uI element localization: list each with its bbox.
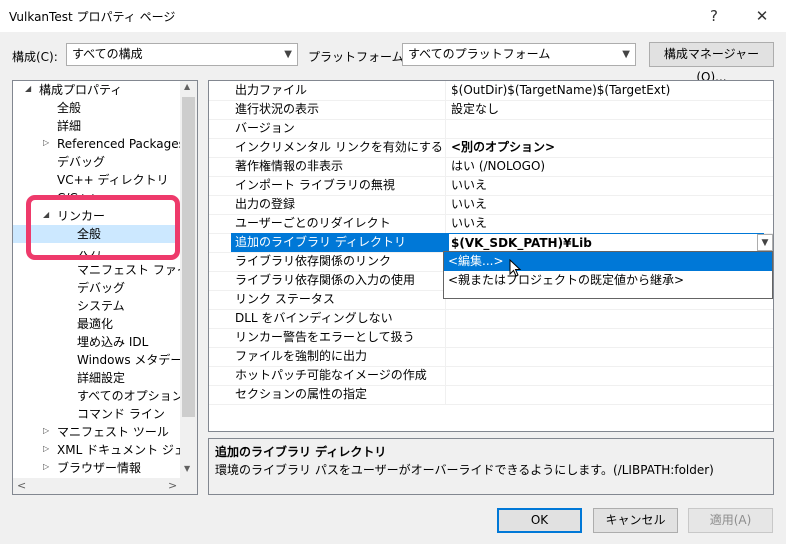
close-button[interactable]: ✕ (748, 4, 776, 28)
scroll-up-icon[interactable]: ▲ (184, 82, 190, 91)
tree-item-all-options[interactable]: すべてのオプション (77, 387, 184, 405)
value-dropdown-list[interactable]: <編集...> <親またはプロジェクトの既定値から継承> (443, 251, 773, 299)
help-button[interactable]: ? (700, 4, 728, 28)
collapse-icon[interactable]: ◢ (25, 84, 31, 93)
property-value[interactable]: $(OutDir)$(TargetName)$(TargetExt) (445, 81, 773, 100)
property-name: セクションの属性の指定 (235, 387, 368, 401)
tree-item-xml-doc-generator[interactable]: XML ドキュメント ジェネレー (57, 441, 180, 459)
tree-item-advanced[interactable]: 詳細 (57, 117, 81, 135)
tree-vertical-scrollbar[interactable]: ▲ ▼ (180, 81, 197, 478)
property-name: バージョン (235, 121, 295, 135)
mouse-cursor-icon (509, 259, 522, 277)
property-tree[interactable]: ◢ 構成プロパティ 全般 詳細 ▷ Referenced Packages デバ… (12, 80, 198, 495)
property-row[interactable]: DLL をバインディングしない (209, 309, 773, 329)
property-row[interactable]: 出力の登録 いいえ (209, 195, 773, 215)
scroll-right-icon[interactable]: > (168, 479, 177, 492)
tree-item-referenced-packages[interactable]: Referenced Packages (57, 135, 185, 153)
property-name: 著作権情報の非表示 (235, 159, 344, 173)
scroll-left-icon[interactable]: < (17, 479, 26, 492)
property-name: リンク ステータス (235, 292, 335, 306)
tree-item-linker-debug[interactable]: デバッグ (77, 279, 125, 297)
property-row[interactable]: 進行状況の表示 設定なし (209, 100, 773, 120)
property-value[interactable] (445, 366, 773, 385)
dropdown-item-inherit[interactable]: <親またはプロジェクトの既定値から継承> (444, 271, 772, 290)
tree-horizontal-scrollbar[interactable]: < > (13, 478, 197, 494)
description-pane: 追加のライブラリ ディレクトリ 環境のライブラリ パスをユーザーがオーバーライド… (208, 438, 774, 495)
tree-item-embedded-idl[interactable]: 埋め込み IDL (77, 333, 148, 351)
config-manager-button[interactable]: 構成マネージャー(O)... (649, 42, 774, 84)
annotation-highlight (26, 195, 180, 260)
cancel-button[interactable]: キャンセル (593, 508, 678, 533)
property-row[interactable]: 出力ファイル $(OutDir)$(TargetName)$(TargetExt) (209, 81, 773, 101)
property-row[interactable]: ホットパッチ可能なイメージの作成 (209, 366, 773, 386)
tree-item-debug[interactable]: デバッグ (57, 153, 105, 171)
scroll-thumb[interactable] (182, 97, 195, 417)
description-text: 環境のライブラリ パスをユーザーがオーバーライドできるようにします。(/LIBP… (215, 463, 714, 477)
expand-icon[interactable]: ▷ (43, 138, 49, 147)
property-name: ホットパッチ可能なイメージの作成 (235, 368, 427, 382)
tree-item-general[interactable]: 全般 (57, 99, 81, 117)
property-name: ファイルを強制的に出力 (235, 349, 368, 363)
property-row[interactable]: インクリメンタル リンクを有効にする <別のオプション> (209, 138, 773, 158)
property-value[interactable] (445, 119, 773, 138)
property-value[interactable]: 設定なし (445, 100, 773, 119)
expand-icon[interactable]: ▷ (43, 462, 49, 471)
window-title: VulkanTest プロパティ ページ (9, 10, 176, 24)
property-row[interactable]: セクションの属性の指定 (209, 385, 773, 405)
config-select-value: すべての構成 (72, 47, 143, 61)
property-row[interactable]: インポート ライブラリの無視 いいえ (209, 176, 773, 196)
chevron-down-icon: ▼ (761, 238, 769, 248)
property-row[interactable]: リンカー警告をエラーとして扱う (209, 328, 773, 348)
tree-item-vc-directories[interactable]: VC++ ディレクトリ (57, 171, 169, 189)
tree-item-optimization[interactable]: 最適化 (77, 315, 113, 333)
tree-item-system[interactable]: システム (77, 297, 125, 315)
expand-icon[interactable]: ▷ (43, 426, 49, 435)
apply-button[interactable]: 適用(A) (688, 508, 773, 533)
scroll-down-icon[interactable]: ▼ (184, 464, 190, 473)
tree-item-windows-metadata[interactable]: Windows メタデータ (77, 351, 194, 369)
expand-icon[interactable]: ▷ (43, 444, 49, 453)
config-label: 構成(C): (12, 50, 58, 64)
description-title: 追加のライブラリ ディレクトリ (215, 445, 387, 459)
property-name: インポート ライブラリの無視 (235, 178, 395, 192)
property-value[interactable]: いいえ (445, 195, 773, 214)
chevron-down-icon: ▼ (284, 49, 292, 60)
property-name: ライブラリ依存関係の入力の使用 (235, 273, 416, 287)
property-value[interactable]: <別のオプション> (445, 138, 773, 157)
chevron-down-icon: ▼ (622, 49, 630, 60)
property-value[interactable]: はい (/NOLOGO) (445, 157, 773, 176)
property-value[interactable]: いいえ (445, 176, 773, 195)
property-value[interactable]: いいえ (445, 214, 773, 233)
property-name: ライブラリ依存関係のリンク (235, 254, 392, 268)
dropdown-item-edit[interactable]: <編集...> (444, 252, 772, 271)
property-name: 進行状況の表示 (235, 102, 320, 116)
property-value[interactable] (445, 328, 773, 347)
tree-item-manifest-tool[interactable]: マニフェスト ツール (57, 423, 169, 441)
dropdown-button[interactable]: ▼ (757, 234, 773, 251)
property-value[interactable] (445, 385, 773, 404)
tree-item-config-properties[interactable]: 構成プロパティ (39, 81, 122, 99)
tree-item-command-line[interactable]: コマンド ライン (77, 405, 165, 423)
property-row[interactable]: 著作権情報の非表示 はい (/NOLOGO) (209, 157, 773, 177)
tree-item-advanced-settings[interactable]: 詳細設定 (77, 369, 125, 387)
property-value[interactable] (445, 347, 773, 366)
property-row[interactable]: ユーザーごとのリダイレクト いいえ (209, 214, 773, 234)
property-name: 出力ファイル (235, 83, 308, 97)
property-row-selected[interactable]: 追加のライブラリ ディレクトリ $(VK_SDK_PATH)¥Lib ▼ (209, 233, 773, 254)
property-name: リンカー警告をエラーとして扱う (235, 330, 415, 344)
property-value[interactable] (445, 309, 773, 328)
ok-button[interactable]: OK (497, 508, 582, 533)
property-row[interactable]: バージョン (209, 119, 773, 139)
property-name: 追加のライブラリ ディレクトリ (231, 233, 449, 252)
property-name: DLL をバインディングしない (235, 311, 393, 325)
platform-select-value: すべてのプラットフォーム (408, 47, 551, 61)
config-select[interactable]: すべての構成 ▼ (66, 43, 298, 66)
property-name: ユーザーごとのリダイレクト (235, 216, 391, 230)
property-name: 出力の登録 (235, 197, 296, 211)
property-name: インクリメンタル リンクを有効にする (235, 140, 443, 154)
platform-select[interactable]: すべてのプラットフォーム ▼ (402, 43, 636, 66)
property-row[interactable]: ファイルを強制的に出力 (209, 347, 773, 367)
tree-item-browse-info[interactable]: ブラウザー情報 (57, 459, 141, 477)
